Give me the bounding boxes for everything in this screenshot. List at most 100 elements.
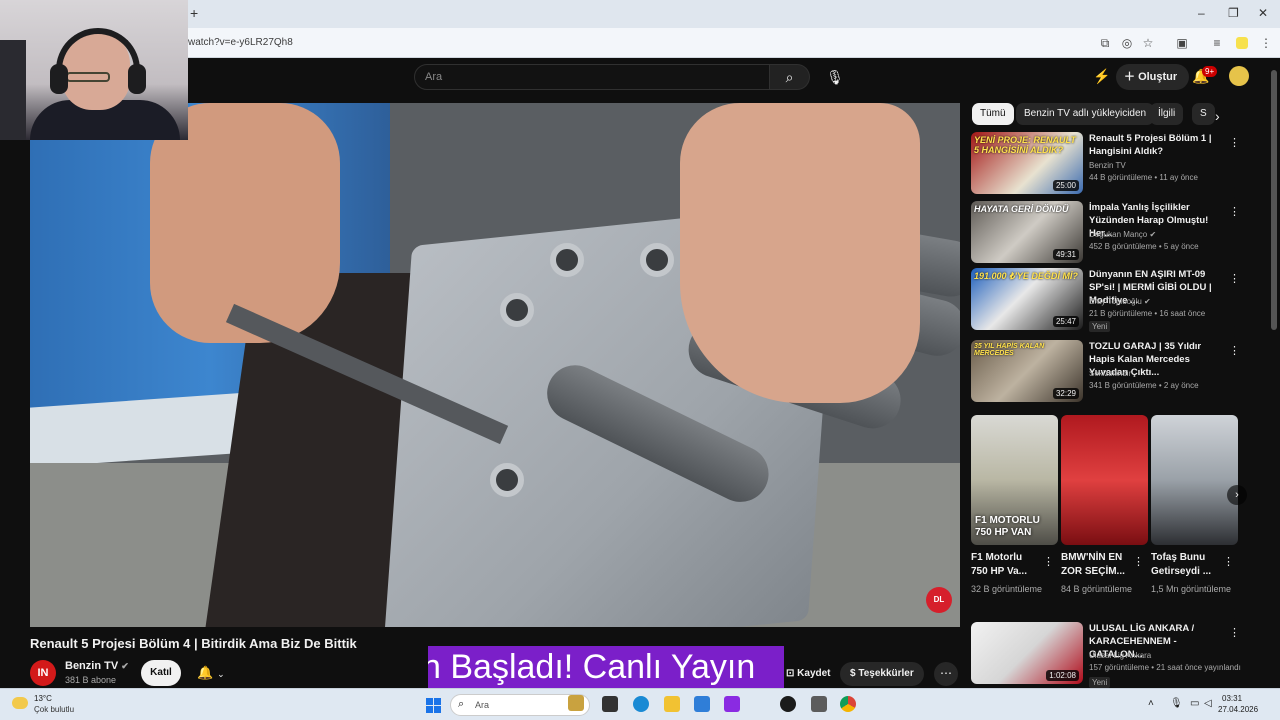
more-vert-icon[interactable]: ⋮ xyxy=(1043,555,1054,568)
widgets-icon[interactable] xyxy=(568,695,584,711)
video-player[interactable]: DL xyxy=(30,103,960,627)
verified-icon: ✔ xyxy=(1144,297,1151,306)
extensions-icon[interactable]: ▣ xyxy=(1175,36,1189,50)
short-title: BMW'NİN EN ZOR SEÇİM... xyxy=(1061,552,1125,577)
short-item[interactable]: F1 MOTORLU 750 HP VAN F1 Motorlu 750 HP … xyxy=(971,415,1058,610)
channel-name: Ulusal Lig Ankara xyxy=(1089,651,1152,660)
video-thumbnail: 1:02:08 xyxy=(971,622,1083,684)
extension-icon[interactable] xyxy=(1236,37,1248,49)
thanks-button[interactable]: $ Teşekkürler xyxy=(840,662,924,686)
more-vert-icon[interactable]: ⋮ xyxy=(1229,626,1240,639)
chrome-browser-icon[interactable] xyxy=(840,696,856,712)
store-icon[interactable] xyxy=(724,696,740,712)
join-button[interactable]: Katıl xyxy=(141,660,181,686)
new-tab-button[interactable]: + xyxy=(190,5,198,21)
short-thumbnail xyxy=(1061,415,1148,545)
short-item[interactable]: BMW'NİN EN ZOR SEÇİM... 84 B görüntüleme… xyxy=(1061,415,1148,610)
short-item[interactable]: Tofaş Bunu Getirseydi ... 1,5 Mn görüntü… xyxy=(1151,415,1238,610)
file-explorer-icon[interactable] xyxy=(664,696,680,712)
short-title: Tofaş Bunu Getirseydi ... xyxy=(1151,552,1212,577)
live-stream-banner[interactable]: n Başladı! Canlı Yayın xyxy=(428,646,784,688)
recommended-video[interactable]: 35 YIL HAPİS KALAN MERCEDES 32:29 TOZLU … xyxy=(971,340,1241,402)
weather-cloud-icon[interactable] xyxy=(12,697,28,709)
chevron-right-icon: › xyxy=(1235,489,1239,501)
more-vert-icon[interactable]: ⋮ xyxy=(1229,205,1240,218)
minimize-button[interactable]: – xyxy=(1198,6,1205,20)
channel-name: Sekizsilindir xyxy=(1089,369,1132,378)
page-scrollbar-thumb[interactable] xyxy=(1271,70,1277,330)
more-vert-icon[interactable]: ⋮ xyxy=(1229,136,1240,149)
video-thumbnail: HAYATA GERİ DÖNDÜ 49:31 xyxy=(971,201,1083,263)
screen: + – ❐ ✕ watch?v=e-y6LR27Qh8 ⧉ ◎ ☆ ▣ ≡ ⋮ … xyxy=(0,0,1280,720)
video-duration: 32:29 xyxy=(1052,388,1079,399)
youtube-masthead: Ara ⌕ 🎙 ⚡ ＋ Oluştur 🔔 9+ xyxy=(0,58,1280,96)
reading-list-icon[interactable]: ≡ xyxy=(1210,36,1224,50)
browser-tab-bar: + – ❐ ✕ xyxy=(0,0,1280,28)
channel-name[interactable]: Benzin TV ✔ xyxy=(65,660,129,672)
verified-icon: ✔ xyxy=(1149,230,1157,239)
bookmark-icon: ⊡ xyxy=(786,668,798,679)
chip-from-uploader[interactable]: Benzin TV adlı yükleyiciden xyxy=(1016,103,1155,125)
app-icon[interactable] xyxy=(780,696,796,712)
webcam-overlay xyxy=(0,0,188,140)
chip-related[interactable]: İlgili xyxy=(1150,103,1184,125)
weather-temperature[interactable]: 13°C xyxy=(34,694,52,703)
more-vert-icon[interactable]: ⋮ xyxy=(1223,555,1234,568)
bookmark-star-icon[interactable]: ☆ xyxy=(1141,36,1155,50)
video-meta: 157 görüntüleme • 21 saat önce yayınland… xyxy=(1089,663,1241,672)
recommended-video[interactable]: 1:02:08 ULUSAL LİG ANKARA / KARACEHENNEM… xyxy=(971,622,1241,688)
microphone-icon[interactable]: 🎙 xyxy=(1170,698,1183,709)
video-meta: 341 B görüntüleme • 2 ay önce xyxy=(1089,381,1199,390)
short-views: 84 B görüntüleme xyxy=(1061,584,1133,594)
browser-menu-icon[interactable]: ⋮ xyxy=(1259,36,1273,50)
video-duration: 49:31 xyxy=(1052,249,1079,260)
user-avatar[interactable] xyxy=(1229,66,1249,86)
chip-more[interactable]: S xyxy=(1192,103,1215,125)
app-icon[interactable] xyxy=(811,696,827,712)
install-app-icon[interactable]: ⧉ xyxy=(1098,36,1112,50)
eye-off-icon[interactable]: ◎ xyxy=(1120,36,1134,50)
video-title: Renault 5 Projesi Bölüm 4 | Bitirdik Ama… xyxy=(30,636,357,651)
close-window-button[interactable]: ✕ xyxy=(1258,6,1268,20)
address-bar: watch?v=e-y6LR27Qh8 ⧉ ◎ ☆ ▣ ≡ ⋮ xyxy=(0,28,1280,58)
recommended-video[interactable]: HAYATA GERİ DÖNDÜ 49:31 İmpala Yanlış İş… xyxy=(971,201,1241,263)
video-title: Renault 5 Projesi Bölüm 1 | Hangisini Al… xyxy=(1089,133,1212,157)
save-button[interactable]: ⊡ Kaydet xyxy=(776,662,841,686)
weather-condition[interactable]: Çok bulutlu xyxy=(34,705,74,714)
chip-all[interactable]: Tümü xyxy=(972,103,1014,125)
clock-date[interactable]: 27.04.2026 xyxy=(1218,705,1258,714)
create-button[interactable]: ＋ Oluştur xyxy=(1116,64,1190,90)
recommended-video[interactable]: 191.000 ₺'YE DEĞDİ Mİ? 25:47 Dünyanın EN… xyxy=(971,268,1241,332)
search-button[interactable]: ⌕ xyxy=(770,64,810,90)
short-title: F1 Motorlu 750 HP Va... xyxy=(971,552,1027,577)
mail-icon[interactable] xyxy=(694,696,710,712)
chevron-up-icon[interactable]: ˄ xyxy=(1148,698,1154,709)
windows-start-button[interactable] xyxy=(426,698,441,713)
search-input[interactable]: Ara xyxy=(414,64,770,90)
more-vert-icon[interactable]: ⋮ xyxy=(1133,555,1144,568)
channel-name: Doğukan Manço ✔ xyxy=(1089,230,1157,239)
chevron-right-icon[interactable]: › xyxy=(1215,108,1220,124)
url-field[interactable]: watch?v=e-y6LR27Qh8 xyxy=(188,37,293,48)
maximize-button[interactable]: ❐ xyxy=(1228,6,1239,20)
voice-search-button[interactable]: 🎙 xyxy=(822,64,848,90)
edge-browser-icon[interactable] xyxy=(633,696,649,712)
live-cast-icon[interactable]: ⚡ xyxy=(1093,68,1110,85)
shorts-next-button[interactable]: › xyxy=(1227,485,1247,505)
task-view-icon[interactable] xyxy=(602,696,618,712)
verified-icon: ✔ xyxy=(121,661,129,671)
volume-icon[interactable]: ◁ xyxy=(1204,698,1212,709)
short-thumbnail xyxy=(1151,415,1238,545)
create-label: Oluştur xyxy=(1138,71,1178,83)
clock-time[interactable]: 03:31 xyxy=(1222,694,1242,703)
more-vert-icon[interactable]: ⋮ xyxy=(1229,344,1240,357)
video-duration: 25:00 xyxy=(1052,180,1079,191)
network-icon[interactable]: ▭ xyxy=(1190,698,1199,709)
recommended-video[interactable]: YENİ PROJE: RENAULT 5 HANGİSİNİ ALDIK? 2… xyxy=(971,132,1241,194)
channel-avatar[interactable]: IN xyxy=(30,660,56,686)
more-icon: ⋯ xyxy=(940,666,952,680)
subscription-bell-button[interactable]: 🔔 ⌄ xyxy=(188,660,234,686)
video-thumbnail: YENİ PROJE: RENAULT 5 HANGİSİNİ ALDIK? 2… xyxy=(971,132,1083,194)
more-actions-button[interactable]: ⋯ xyxy=(934,662,958,686)
more-vert-icon[interactable]: ⋮ xyxy=(1229,272,1240,285)
